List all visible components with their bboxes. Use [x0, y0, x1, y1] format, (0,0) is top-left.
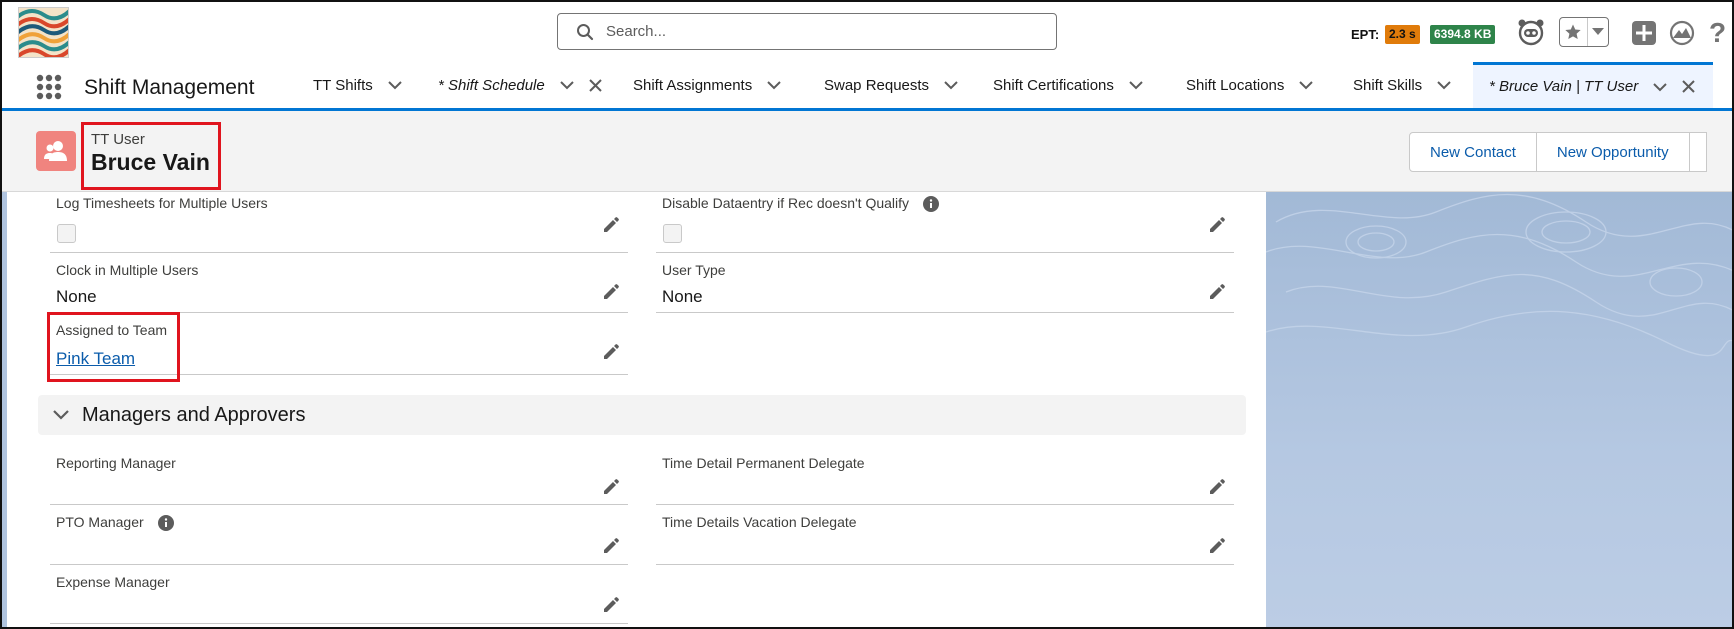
section-title: Managers and Approvers: [82, 403, 306, 426]
page-background-strip: [2, 192, 7, 627]
info-icon[interactable]: [922, 196, 939, 213]
org-logo[interactable]: [18, 7, 69, 58]
ept-label: EPT:: [1351, 27, 1380, 42]
tab-tt-shifts[interactable]: TT Shifts: [313, 62, 403, 108]
field-divider: [50, 623, 628, 624]
plus-icon[interactable]: [1632, 21, 1656, 50]
edit-pencil-icon[interactable]: [1208, 537, 1226, 555]
info-icon[interactable]: [157, 515, 174, 532]
help-icon[interactable]: ?: [1707, 17, 1729, 52]
favorites-group[interactable]: [1559, 17, 1609, 47]
chevron-down-icon[interactable]: [1298, 80, 1314, 90]
user-type-value: None: [662, 287, 703, 306]
edit-pencil-icon[interactable]: [602, 537, 620, 555]
edit-pencil-icon[interactable]: [602, 283, 620, 301]
search-icon: [577, 23, 594, 40]
edit-pencil-icon[interactable]: [1208, 283, 1226, 301]
field-label-expense-manager: Expense Manager: [56, 574, 170, 590]
svg-text:?: ?: [1709, 17, 1726, 47]
chevron-down-icon[interactable]: [766, 80, 782, 90]
field-divider: [50, 564, 628, 565]
chevron-down-icon[interactable]: [1652, 82, 1668, 92]
field-divider: [656, 252, 1234, 253]
field-label-user-type: User Type: [662, 262, 726, 278]
close-tab-icon[interactable]: [589, 78, 602, 92]
edit-pencil-icon[interactable]: [1208, 216, 1226, 234]
ept-size-badge: 6394.8 KB: [1430, 25, 1496, 44]
new-opportunity-button[interactable]: New Opportunity: [1536, 132, 1690, 172]
disable-dataentry-checkbox[interactable]: [663, 224, 682, 243]
tab-label: TT Shifts: [313, 76, 373, 94]
highlight-box-record-name: [81, 122, 221, 190]
edit-pencil-icon[interactable]: [602, 596, 620, 614]
chevron-down-icon[interactable]: [1588, 18, 1608, 46]
chevron-down-icon[interactable]: [943, 80, 959, 90]
new-contact-button[interactable]: New Contact: [1409, 132, 1537, 172]
clock-in-value: None: [56, 287, 97, 306]
tab-label: Shift Certifications: [993, 76, 1114, 94]
trailhead-icon[interactable]: [1669, 20, 1695, 51]
field-label-log-timesheets: Log Timesheets for Multiple Users: [56, 195, 268, 211]
field-label-text: PTO Manager: [56, 514, 144, 530]
field-label-text: Disable Dataentry if Rec doesn't Qualify: [662, 195, 910, 211]
global-search[interactable]: [557, 13, 1057, 50]
tab-label: Shift Skills: [1353, 76, 1423, 94]
chevron-down-icon[interactable]: [1436, 80, 1452, 90]
highlight-box-assigned-team: [47, 312, 180, 382]
chevron-down-icon[interactable]: [387, 80, 403, 90]
tab-label: * Shift Schedule: [438, 76, 545, 94]
search-input[interactable]: [604, 22, 1028, 41]
more-actions-button[interactable]: [1689, 132, 1707, 172]
tab-label: Swap Requests: [824, 76, 930, 94]
star-icon[interactable]: [1560, 18, 1588, 46]
tab-swap-requests[interactable]: Swap Requests: [824, 62, 959, 108]
field-divider: [50, 504, 628, 505]
user-record-icon: [36, 131, 76, 171]
tab-bruce-vain-tt-user[interactable]: * Bruce Vain | TT User: [1473, 62, 1713, 108]
tab-shift-certifications[interactable]: Shift Certifications: [993, 62, 1144, 108]
log-timesheets-checkbox[interactable]: [57, 224, 76, 243]
app-name: Shift Management: [84, 76, 255, 99]
edit-pencil-icon[interactable]: [602, 343, 620, 361]
close-tab-icon[interactable]: [1682, 80, 1695, 93]
field-label-disable-dataentry: Disable Dataentry if Rec doesn't Qualify: [662, 195, 939, 213]
field-label-time-detail-delegate: Time Detail Permanent Delegate: [662, 455, 865, 471]
tab-shift-skills[interactable]: Shift Skills: [1353, 62, 1452, 108]
tab-label: Shift Locations: [1186, 76, 1285, 94]
field-divider: [656, 312, 1234, 313]
chevron-down-icon[interactable]: [559, 80, 575, 90]
app-launcher-icon[interactable]: [36, 74, 62, 105]
field-divider: [656, 564, 1234, 565]
section-managers-approvers[interactable]: Managers and Approvers: [38, 395, 1246, 435]
field-label-vacation-delegate: Time Details Vacation Delegate: [662, 514, 857, 530]
tab-shift-schedule[interactable]: * Shift Schedule: [438, 62, 602, 108]
edit-pencil-icon[interactable]: [602, 216, 620, 234]
field-label-reporting-manager: Reporting Manager: [56, 455, 176, 471]
field-label-pto-manager: PTO Manager: [56, 514, 174, 532]
astro-icon[interactable]: [1516, 17, 1546, 52]
field-divider: [656, 504, 1234, 505]
tab-label: Shift Assignments: [633, 76, 753, 94]
ept-time-badge: 2.3 s: [1385, 25, 1420, 44]
field-divider: [50, 252, 628, 253]
browser-frame: EPT: 2.3 s 6394.8 KB: [0, 0, 1734, 629]
record-actions: New Contact New Opportunity: [1409, 132, 1707, 172]
page-background-pattern: [1266, 192, 1732, 627]
edit-pencil-icon[interactable]: [602, 478, 620, 496]
tab-shift-assignments[interactable]: Shift Assignments: [633, 62, 782, 108]
tab-label: * Bruce Vain | TT User: [1489, 78, 1639, 95]
field-label-clock-in: Clock in Multiple Users: [56, 262, 199, 278]
chevron-down-icon[interactable]: [1128, 80, 1144, 90]
chevron-down-icon[interactable]: [52, 409, 70, 421]
edit-pencil-icon[interactable]: [1208, 478, 1226, 496]
tab-shift-locations[interactable]: Shift Locations: [1186, 62, 1314, 108]
